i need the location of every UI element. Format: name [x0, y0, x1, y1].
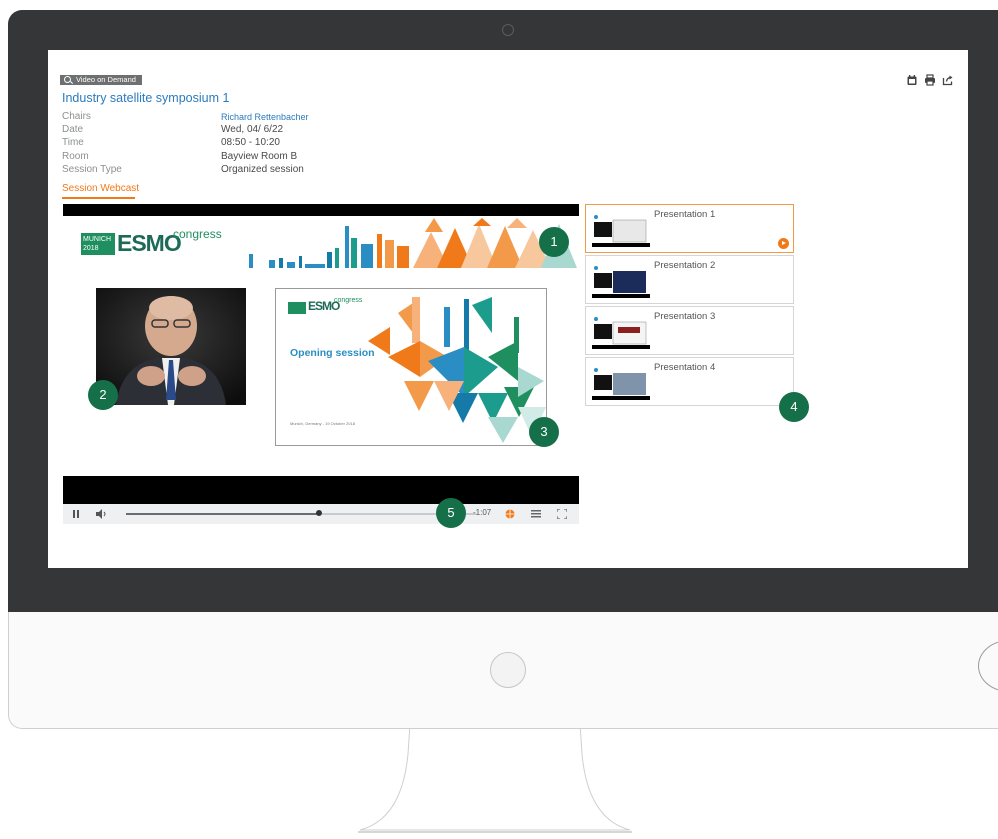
video-on-demand-tag[interactable]: Video on Demand: [60, 75, 142, 85]
chairs-value[interactable]: Richard Rettenbacher: [221, 112, 309, 122]
fullscreen-icon[interactable]: [557, 509, 567, 519]
video-stage: MUNICH 2018 ESMO congress ESMO congress …: [63, 216, 579, 476]
playlist-item[interactable]: Presentation 4: [585, 357, 794, 406]
webcam: [502, 24, 514, 36]
playlist-item[interactable]: Presentation 3: [585, 306, 794, 355]
monitor-stand: [358, 724, 632, 833]
page-actions: [906, 74, 954, 88]
slide-city-badge: [288, 302, 306, 314]
video-player[interactable]: MUNICH 2018 ESMO congress ESMO congress …: [63, 204, 579, 524]
calendar-icon[interactable]: [906, 74, 918, 86]
playlist-item-label: Presentation 3: [654, 311, 716, 322]
presentation-thumbnail: [592, 366, 650, 400]
presentation-thumbnail: [592, 264, 650, 298]
playlist-item[interactable]: Presentation 1: [585, 204, 794, 253]
volume-icon[interactable]: [96, 509, 107, 519]
time-remaining: -1:07: [473, 508, 492, 517]
callout-4: 4: [779, 392, 809, 422]
slide-title: Opening session: [290, 347, 375, 359]
callout-2: 2: [88, 380, 118, 410]
seek-progress: [126, 513, 319, 515]
playlist-item-label: Presentation 2: [654, 260, 716, 271]
esmo-logo: ESMO: [117, 230, 182, 256]
session-title: Industry satellite symposium 1: [62, 91, 230, 105]
presentation-thumbnail: [592, 315, 650, 349]
video-on-demand-label: Video on Demand: [76, 75, 136, 84]
play-icon[interactable]: [778, 238, 789, 249]
monitor-logo-button: [490, 652, 526, 688]
share-icon[interactable]: [942, 74, 954, 86]
tab-active-indicator: [62, 197, 135, 199]
slide-view: ESMO congress Opening session Munich, Ge…: [275, 288, 547, 446]
presentation-thumbnail: [592, 213, 650, 247]
slide-congress-label: congress: [334, 297, 363, 304]
session-type-label: Session Type: [62, 164, 122, 175]
munich-skyline-banner: [249, 218, 577, 268]
screen: Video on Demand Industry satellite sympo…: [48, 50, 968, 568]
pause-icon[interactable]: [72, 510, 80, 518]
callout-1: 1: [539, 227, 569, 257]
slide-footer: Munich, Germany - 19 October 2018: [290, 421, 355, 426]
print-icon[interactable]: [924, 74, 936, 86]
session-type-value: Organized session: [221, 164, 304, 175]
seek-handle[interactable]: [316, 510, 322, 516]
date-value: Wed, 04/ 6/22: [221, 124, 284, 135]
chairs-label: Chairs: [62, 111, 91, 122]
callout-5: 5: [436, 498, 466, 528]
playlist-item-label: Presentation 1: [654, 209, 716, 220]
time-label: Time: [62, 137, 84, 148]
tab-session-webcast[interactable]: Session Webcast: [62, 183, 139, 194]
room-label: Room: [62, 151, 89, 162]
language-icon[interactable]: [505, 509, 515, 519]
slide-skyline-graphic: [368, 297, 546, 443]
callout-3: 3: [529, 417, 559, 447]
esmo-city-badge: MUNICH 2018: [81, 233, 115, 255]
date-label: Date: [62, 124, 84, 135]
presenter-video: [96, 288, 246, 405]
chapters-icon[interactable]: [531, 510, 541, 518]
room-value: Bayview Room B: [221, 151, 298, 162]
year-label: 2018: [83, 245, 99, 252]
city-label: MUNICH: [83, 236, 111, 243]
time-value: 08:50 - 10:20: [221, 137, 280, 148]
congress-label: congress: [173, 227, 222, 241]
playlist-item-label: Presentation 4: [654, 362, 716, 373]
player-controls: -1:07: [63, 504, 579, 524]
search-icon: [64, 76, 71, 83]
playlist-item[interactable]: Presentation 2: [585, 255, 794, 304]
